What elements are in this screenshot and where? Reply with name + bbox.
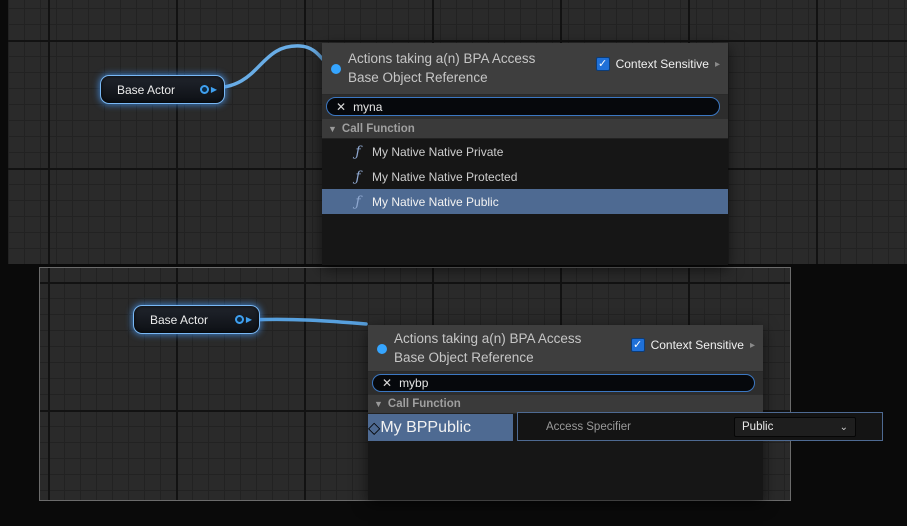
menu-header: Actions taking a(n) BPA Access Base Obje…	[368, 325, 763, 372]
output-pin-icon[interactable]	[200, 85, 209, 94]
menu-item-label: My Native Native Public	[372, 195, 499, 209]
function-icon: ƒ	[350, 169, 366, 185]
search-input[interactable]: ✕ mybp	[372, 374, 755, 392]
context-sensitive-control[interactable]: ✓ Context Sensitive ▸	[596, 57, 720, 71]
menu-item[interactable]: ƒ My Native Native Private	[322, 139, 728, 164]
blueprint-function-icon: ◇	[368, 418, 380, 438]
menu-item-selected[interactable]: ƒ My Native Native Public	[322, 189, 728, 214]
category-call-function[interactable]: ▼ Call Function	[322, 119, 728, 139]
menu-empty-area	[368, 441, 763, 500]
blueprint-editor-canvas: Base Actor ▶ Base Actor ▶ Actions taking…	[0, 0, 907, 526]
checkbox-checked-icon[interactable]: ✓	[596, 57, 610, 71]
category-label: Call Function	[342, 123, 415, 135]
context-sensitive-label: Context Sensitive	[616, 57, 709, 71]
pin-arrow-icon: ▶	[246, 316, 252, 324]
search-row: ✕ mybp	[368, 372, 763, 395]
pin-type-dot-icon	[377, 344, 387, 354]
context-menu-bottom: Actions taking a(n) BPA Access Base Obje…	[368, 325, 763, 500]
menu-item-selected[interactable]: ◇ My BPPublic	[368, 414, 513, 441]
pin-arrow-icon: ▶	[211, 86, 217, 94]
clear-search-icon[interactable]: ✕	[336, 101, 346, 113]
search-input[interactable]: ✕ myna	[326, 97, 720, 116]
dropdown-value: Public	[742, 421, 773, 433]
node-label: Base Actor	[150, 313, 235, 327]
expander-arrow-icon[interactable]: ▸	[715, 59, 720, 70]
node-label: Base Actor	[117, 83, 200, 97]
context-menu-top: Actions taking a(n) BPA Access Base Obje…	[322, 43, 728, 265]
context-sensitive-control[interactable]: ✓ Context Sensitive ▸	[631, 338, 755, 352]
node-base-actor-bottom[interactable]: Base Actor ▶	[133, 305, 260, 334]
search-text: myna	[353, 100, 382, 114]
search-text: mybp	[399, 376, 428, 390]
category-label: Call Function	[388, 398, 461, 410]
output-pin-icon[interactable]	[235, 315, 244, 324]
chevron-down-icon: ⌄	[840, 422, 848, 433]
node-base-actor-top[interactable]: Base Actor ▶	[100, 75, 225, 104]
function-icon: ƒ	[350, 194, 366, 210]
menu-header: Actions taking a(n) BPA Access Base Obje…	[322, 43, 728, 95]
checkbox-checked-icon[interactable]: ✓	[631, 338, 645, 352]
expander-arrow-icon[interactable]: ▸	[750, 340, 755, 351]
menu-item-label: My BPPublic	[380, 419, 471, 437]
clear-search-icon[interactable]: ✕	[382, 377, 392, 389]
pin-type-dot-icon	[331, 64, 341, 74]
collapse-triangle-icon[interactable]: ▼	[328, 124, 337, 134]
access-specifier-panel: Access Specifier Public ⌄	[517, 412, 883, 441]
menu-item-label: My Native Native Protected	[372, 170, 517, 184]
menu-item[interactable]: ƒ My Native Native Protected	[322, 164, 728, 189]
search-row: ✕ myna	[322, 95, 728, 119]
collapse-triangle-icon[interactable]: ▼	[374, 399, 383, 409]
context-sensitive-label: Context Sensitive	[651, 338, 744, 352]
access-specifier-dropdown[interactable]: Public ⌄	[734, 417, 856, 437]
menu-item-list: ƒ My Native Native Private ƒ My Native N…	[322, 139, 728, 214]
menu-item-label: My Native Native Private	[372, 145, 503, 159]
access-specifier-label: Access Specifier	[546, 421, 631, 433]
menu-empty-area	[322, 214, 728, 265]
function-icon: ƒ	[350, 144, 366, 160]
